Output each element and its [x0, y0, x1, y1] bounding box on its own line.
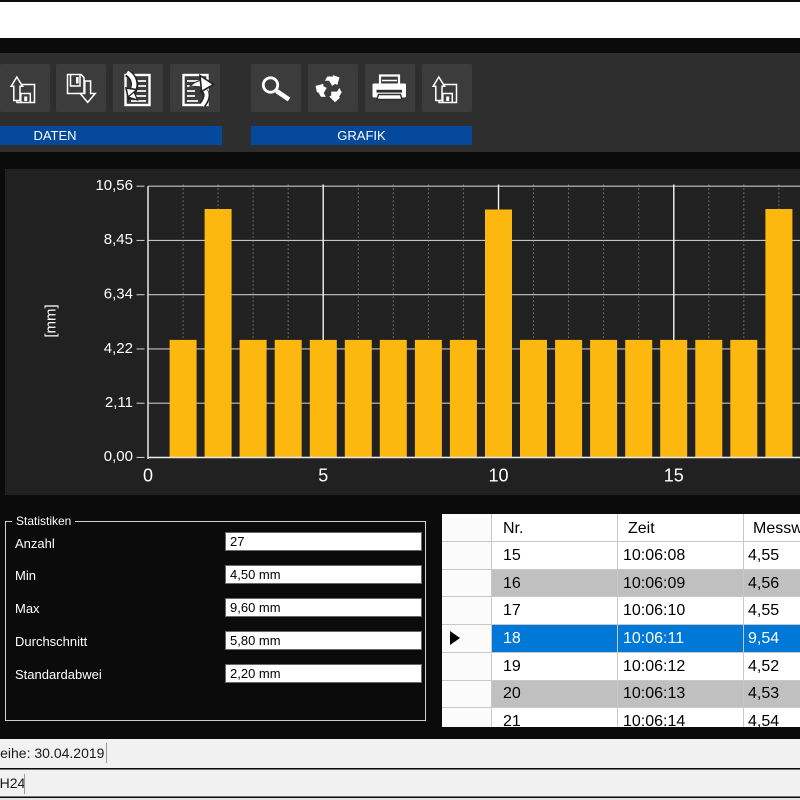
svg-text:6,34: 6,34 — [104, 286, 133, 303]
svg-text:5: 5 — [318, 466, 328, 486]
svg-text:0,00: 0,00 — [104, 448, 133, 465]
svg-text:2,11: 2,11 — [105, 394, 133, 411]
svg-text:0: 0 — [143, 466, 153, 486]
svg-text:15: 15 — [664, 466, 684, 486]
svg-text:4,22: 4,22 — [104, 340, 133, 357]
svg-text:10: 10 — [488, 466, 508, 486]
svg-text:[mm]: [mm] — [43, 304, 60, 337]
svg-text:8,45: 8,45 — [104, 231, 133, 248]
svg-text:10,56: 10,56 — [95, 177, 133, 194]
